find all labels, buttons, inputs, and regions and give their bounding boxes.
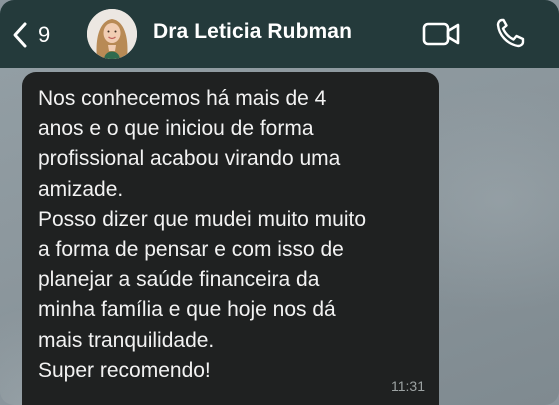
avatar[interactable] bbox=[87, 9, 137, 59]
voice-call-button[interactable] bbox=[495, 17, 525, 49]
phone-icon bbox=[495, 18, 525, 53]
message-line: Posso dizer que mudei muito muito bbox=[38, 207, 366, 231]
message-line: planejar a saúde financeira da bbox=[38, 268, 320, 292]
message-line: amizade. bbox=[38, 177, 124, 201]
message-line: Nos conhecemos há mais de 4 bbox=[38, 87, 327, 110]
chat-header: 9 Dra Leticia Rubman bbox=[0, 0, 559, 68]
unread-count: 9 bbox=[38, 22, 51, 47]
message-timestamp: 11:31 bbox=[391, 378, 425, 394]
contact-name[interactable]: Dra Leticia Rubman bbox=[153, 20, 352, 44]
message-line: anos e o que iniciou de forma bbox=[38, 117, 314, 141]
message-bubble[interactable]: Nos conhecemos há mais de 4 anos e o que… bbox=[22, 72, 439, 405]
message-line: mais tranquilidade. bbox=[38, 328, 215, 352]
chat-screen: 9 Dra Leticia Rubman Nos conhecemos há m… bbox=[0, 0, 559, 405]
message-line: Super recomendo! bbox=[38, 358, 211, 382]
message-line: a forma de pensar e com isso de bbox=[38, 238, 344, 262]
chevron-left-icon bbox=[12, 21, 28, 49]
video-call-button[interactable] bbox=[422, 21, 462, 47]
message-line: profissional acabou virando uma bbox=[38, 147, 341, 171]
video-camera-icon bbox=[422, 22, 462, 51]
message-text: Nos conhecemos há mais de 4 anos e o que… bbox=[38, 84, 425, 386]
message-line: minha família e que hoje nos dá bbox=[38, 298, 336, 322]
back-button[interactable]: 9 bbox=[12, 20, 50, 50]
